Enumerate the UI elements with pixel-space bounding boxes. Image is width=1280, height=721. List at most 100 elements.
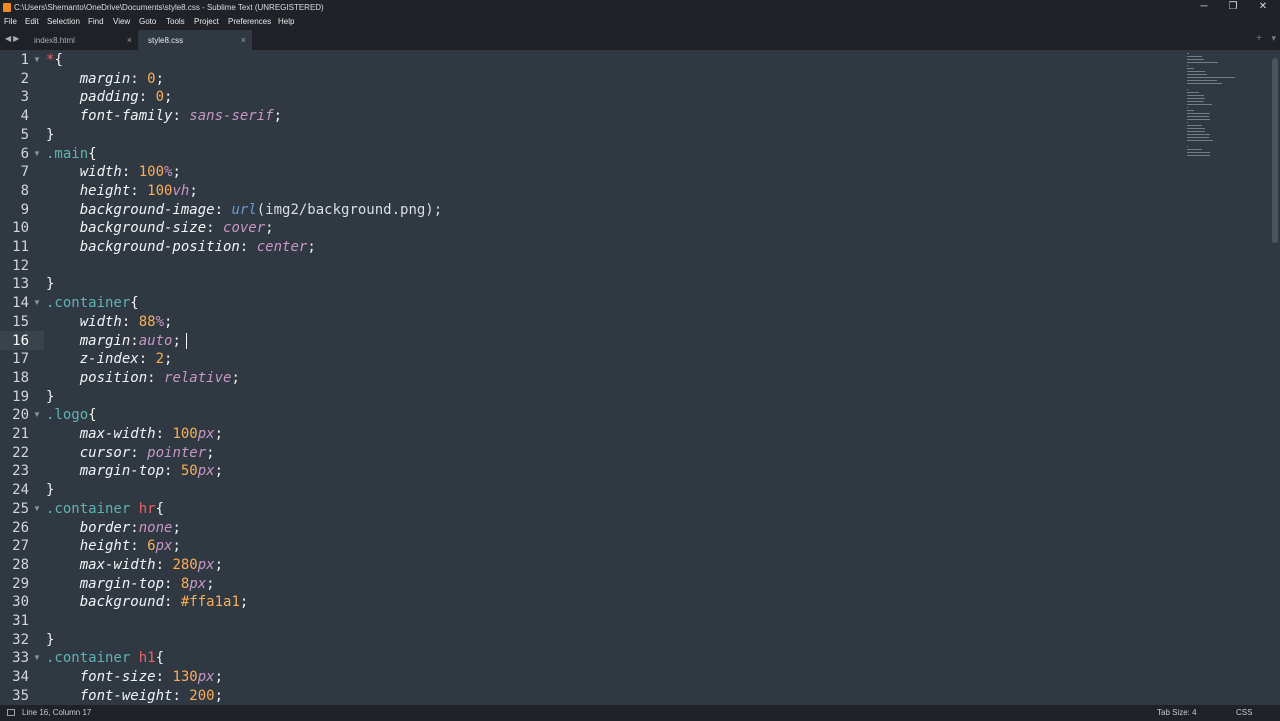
code-token: width [46, 164, 122, 181]
menu-file[interactable]: File [4, 15, 17, 29]
tab-list-dropdown-icon[interactable]: ▾ [1271, 33, 1276, 44]
code-line: background-image: url(img2/background.pn… [46, 201, 442, 220]
code-token: } [46, 631, 55, 648]
minimap-line [1187, 119, 1211, 120]
menu-project[interactable]: Project [194, 15, 219, 29]
tab-index8-html[interactable]: index8.html × [24, 30, 138, 50]
menu-help[interactable]: Help [278, 15, 294, 29]
code-token: } [46, 126, 55, 143]
code-token: : [164, 575, 181, 592]
minimap-line [1187, 113, 1211, 114]
menu-find[interactable]: Find [88, 15, 104, 29]
code-token: cover [223, 220, 266, 237]
code-token: : [130, 182, 148, 199]
code-token: : [121, 164, 139, 181]
menu-edit[interactable]: Edit [25, 15, 39, 29]
minimap-line [1187, 116, 1209, 117]
minimap-line [1187, 83, 1223, 84]
vertical-scrollbar[interactable] [1272, 58, 1278, 243]
line-number: 31 [12, 613, 29, 629]
menu-tools[interactable]: Tools [166, 15, 185, 29]
code-token: : [239, 239, 257, 255]
code-token: margin-top [46, 463, 165, 480]
minimize-button[interactable]: ─ [1189, 0, 1219, 15]
minimap-line [1187, 92, 1200, 93]
minimap-line [1187, 146, 1189, 147]
menu-goto[interactable]: Goto [139, 15, 156, 29]
code-token: none [138, 519, 173, 536]
code-token: .logo [46, 407, 89, 424]
code-token: px [197, 463, 215, 480]
code-line: .main{ [46, 145, 97, 164]
code-line: height: 100vh; [46, 182, 198, 201]
code-token: .container [46, 500, 131, 517]
fold-arrow-icon[interactable]: ▼ [33, 406, 41, 425]
fold-arrow-icon[interactable]: ▼ [33, 649, 41, 668]
menu-selection[interactable]: Selection [47, 15, 80, 29]
fold-arrow-icon[interactable]: ▼ [33, 51, 41, 70]
text-cursor [186, 333, 187, 349]
code-token: max-width [46, 426, 156, 442]
code-token: : [206, 220, 224, 237]
code-token: 88 [138, 313, 156, 330]
fold-arrow-icon[interactable]: ▼ [33, 294, 41, 313]
line-number: 3 [20, 89, 29, 106]
new-tab-icon[interactable]: + [1256, 33, 1262, 44]
code-token: background [46, 594, 165, 611]
tab-close-icon[interactable]: × [127, 30, 132, 51]
code-token: max-width [46, 556, 156, 573]
code-token: ; [265, 220, 274, 237]
code-token: background-image [46, 201, 215, 218]
code-token: url [231, 201, 257, 218]
fold-arrow-icon[interactable]: ▼ [33, 500, 41, 519]
code-token: relative [164, 369, 232, 386]
code-token: { [155, 650, 165, 667]
code-token: width [46, 313, 122, 330]
code-token: font-weight [46, 687, 173, 704]
code-token: 100 [147, 182, 173, 199]
panel-toggle-icon[interactable] [7, 709, 15, 716]
code-line: } [46, 275, 54, 294]
syntax-mode[interactable]: CSS [1236, 705, 1252, 721]
minimap-line [1187, 98, 1205, 99]
fold-arrow-icon[interactable]: ▼ [33, 145, 41, 164]
close-window-button[interactable]: ✕ [1248, 0, 1278, 15]
code-token: : [164, 463, 181, 480]
minimap-line [1187, 152, 1211, 153]
code-editor[interactable]: 1 ▼ 2 3 4 5 6 ▼ 7 8 9 10 11 12 13 14 ▼ 15 16 17 18 19 20 ▼ 21 22 2… [0, 50, 1280, 705]
line-number: 27 [12, 538, 29, 555]
tab-style8-css[interactable]: style8.css × [138, 30, 252, 50]
minimap-line [1187, 80, 1217, 81]
tab-close-icon[interactable]: × [241, 30, 246, 51]
code-token: padding [46, 89, 139, 106]
code-token: ; [164, 351, 173, 368]
menu-preferences[interactable]: Preferences [228, 15, 271, 29]
menu-bar: File Edit Selection Find View Goto Tools… [0, 15, 1280, 29]
tab-nav-arrows-icon[interactable]: ◀▶ [5, 34, 21, 43]
code-token: vh [172, 182, 190, 199]
code-line: .container h1{ [46, 649, 164, 668]
code-token: ; [214, 669, 224, 686]
menu-view[interactable]: View [113, 15, 130, 29]
code-token: .container [46, 650, 131, 667]
code-token: #ffa1a1 [180, 594, 240, 611]
line-number: 24 [12, 482, 29, 499]
code-token: : [130, 70, 148, 87]
minimap-line [1187, 56, 1203, 57]
code-token: position [46, 369, 148, 386]
code-token: height [46, 538, 131, 555]
tab-size[interactable]: Tab Size: 4 [1157, 705, 1197, 721]
restore-button[interactable]: ❐ [1218, 0, 1248, 15]
code-token: px [197, 426, 215, 442]
code-token: ; [164, 89, 173, 106]
code-token: } [46, 388, 55, 405]
minimap-line [1187, 74, 1207, 75]
code-line: .container{ [46, 294, 139, 313]
line-number: 17 [12, 351, 29, 368]
minimap[interactable] [1187, 50, 1247, 170]
code-token: border [46, 519, 131, 536]
code-token: auto [138, 332, 173, 349]
tab-label: index8.html [34, 36, 75, 45]
code-token: 280 [172, 556, 198, 573]
